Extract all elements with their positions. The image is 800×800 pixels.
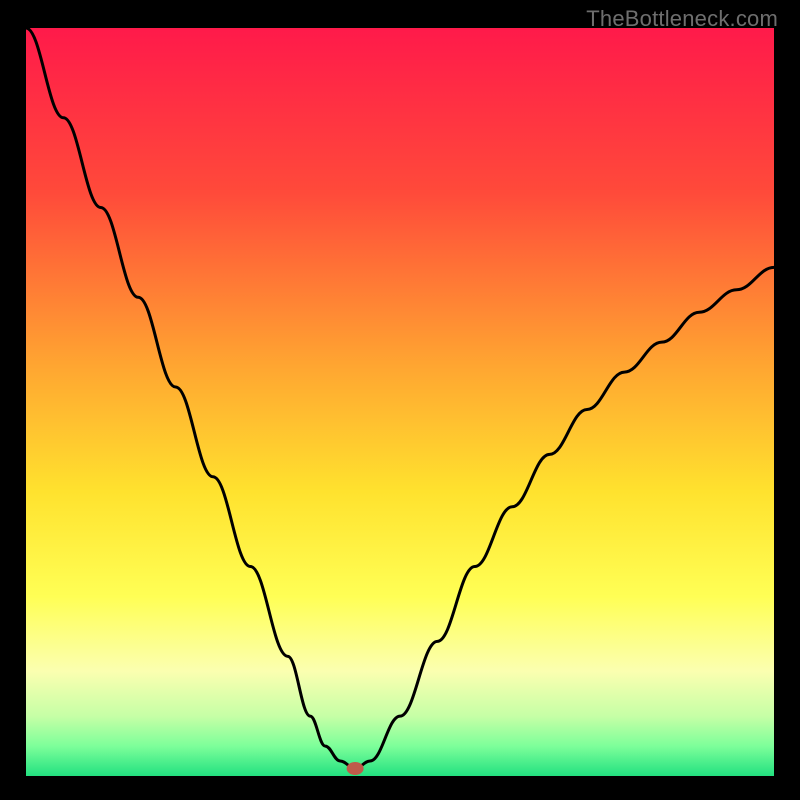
chart-frame: TheBottleneck.com <box>0 0 800 800</box>
chart-svg <box>26 28 774 776</box>
optimal-point-marker <box>347 763 363 775</box>
watermark-text: TheBottleneck.com <box>586 6 778 32</box>
chart-background <box>26 28 774 776</box>
plot-area <box>26 28 774 776</box>
